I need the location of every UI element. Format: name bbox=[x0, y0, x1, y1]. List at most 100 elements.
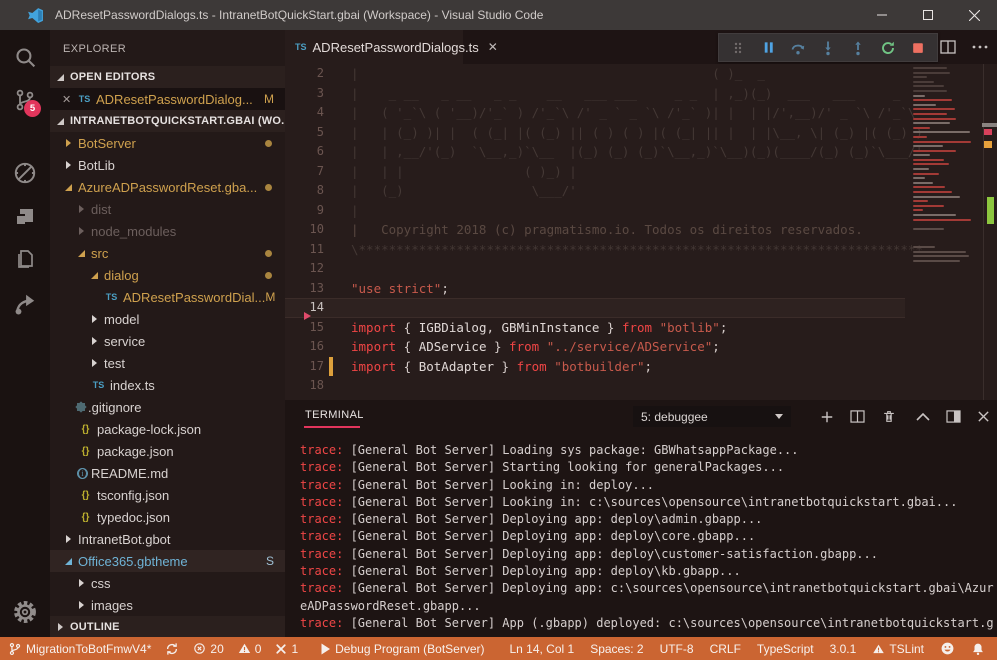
tree-item[interactable]: {}package.json bbox=[50, 440, 285, 462]
tree-item[interactable]: dist bbox=[50, 198, 285, 220]
notifications-bell-icon[interactable] bbox=[971, 642, 985, 656]
chevron-collapsed-icon[interactable] bbox=[90, 358, 100, 368]
step-into-icon[interactable] bbox=[816, 36, 840, 60]
maximize-icon[interactable] bbox=[905, 0, 951, 30]
code-line[interactable]: 12 bbox=[285, 259, 905, 279]
language-mode[interactable]: TypeScript bbox=[757, 642, 814, 656]
code-line[interactable]: 4| ( '_`\ ( '__)/'_` ) /'_`\ /' _ ` _ `\… bbox=[285, 103, 905, 123]
code-lines[interactable]: 2| ( )_ _3| _ __ _ __ _ _ __ ___ ___ _ _… bbox=[285, 64, 905, 400]
outline-header[interactable]: OUTLINE bbox=[50, 616, 285, 637]
debug-icon[interactable] bbox=[0, 153, 50, 193]
open-editor-item[interactable]: ✕ TS ADResetPasswordDialog... M bbox=[50, 88, 285, 110]
chevron-expanded-icon[interactable] bbox=[77, 248, 87, 258]
source-control-icon[interactable] bbox=[0, 80, 50, 120]
kill-terminal-icon[interactable] bbox=[880, 408, 897, 425]
code-line[interactable]: 8| (_) \___/' bbox=[285, 181, 905, 201]
tree-item[interactable]: AzureADPasswordReset.gba... bbox=[50, 176, 285, 198]
tree-item[interactable]: service bbox=[50, 330, 285, 352]
errors-item[interactable]: 20 bbox=[193, 642, 223, 656]
tree-item[interactable]: iREADME.md bbox=[50, 462, 285, 484]
new-terminal-icon[interactable] bbox=[818, 408, 835, 425]
chevron-collapsed-icon[interactable] bbox=[90, 314, 100, 324]
close-icon[interactable] bbox=[951, 0, 997, 30]
cursor-position[interactable]: Ln 14, Col 1 bbox=[509, 642, 574, 656]
tree-item[interactable]: BotLib bbox=[50, 154, 285, 176]
feedback-smiley-icon[interactable] bbox=[940, 641, 955, 656]
code-editor[interactable]: 2| ( )_ _3| _ __ _ __ _ _ __ ___ ___ _ _… bbox=[285, 64, 997, 400]
code-line[interactable]: 6| | ,__/'(_) `\__,_)`\__ |(_) (_) (_)`\… bbox=[285, 142, 905, 162]
warnings-item[interactable]: 0 bbox=[238, 642, 262, 656]
debug-launch-item[interactable]: Debug Program (BotServer) bbox=[320, 642, 484, 656]
chevron-collapsed-icon[interactable] bbox=[77, 226, 87, 236]
tab-terminal[interactable]: TERMINAL bbox=[305, 409, 364, 421]
workspace-header[interactable]: INTRANETBOTQUICKSTART.GBAI (WO... bbox=[50, 110, 285, 132]
terminal-output[interactable]: trace: [General Bot Server] Loading sys … bbox=[285, 433, 997, 637]
tslint-item[interactable]: TSLint bbox=[872, 642, 924, 656]
extensions-icon[interactable] bbox=[0, 197, 50, 237]
encoding[interactable]: UTF-8 bbox=[660, 642, 694, 656]
minimap[interactable] bbox=[905, 67, 977, 397]
tab-adresetpassworddialogs[interactable]: TS ADResetPasswordDialogs.ts ✕ bbox=[285, 30, 463, 64]
code-line[interactable]: 2| ( )_ _ bbox=[285, 64, 905, 84]
tree-item[interactable]: {}package-lock.json bbox=[50, 418, 285, 440]
tree-item[interactable]: Office365.gbthemeS bbox=[50, 550, 285, 572]
settings-gear-icon[interactable] bbox=[0, 592, 50, 632]
chevron-collapsed-icon[interactable] bbox=[77, 600, 87, 610]
chevron-expanded-icon[interactable] bbox=[64, 556, 74, 566]
maximize-panel-icon[interactable] bbox=[914, 408, 931, 425]
more-actions-icon[interactable] bbox=[965, 30, 995, 64]
chevron-collapsed-icon[interactable] bbox=[90, 336, 100, 346]
sync-item[interactable] bbox=[165, 642, 179, 656]
code-line[interactable]: 17import { BotAdapter } from "botbuilder… bbox=[285, 357, 905, 377]
code-line[interactable]: 5| | (_) )| | ( (_| |( (_) || ( ) ( ) |(… bbox=[285, 123, 905, 143]
code-line[interactable]: 7| | | ( )_) | bbox=[285, 162, 905, 182]
chevron-collapsed-icon[interactable] bbox=[77, 578, 87, 588]
minimize-icon[interactable] bbox=[859, 0, 905, 30]
code-line[interactable]: 10| Copyright 2018 (c) pragmatismo.io. T… bbox=[285, 220, 905, 240]
tree-item[interactable]: dialog bbox=[50, 264, 285, 286]
debug-drag-grip[interactable] bbox=[726, 36, 750, 60]
chevron-collapsed-icon[interactable] bbox=[77, 204, 87, 214]
code-line[interactable]: 15import { IGBDialog, GBMinInstance } fr… bbox=[285, 318, 905, 338]
tree-item[interactable]: node_modules bbox=[50, 220, 285, 242]
tree-item[interactable]: TSADResetPasswordDial...M bbox=[50, 286, 285, 308]
code-line[interactable]: 13"use strict"; bbox=[285, 279, 905, 299]
tree-item[interactable]: TSindex.ts bbox=[50, 374, 285, 396]
stop-icon[interactable] bbox=[906, 36, 930, 60]
eol-sequence[interactable]: CRLF bbox=[710, 642, 741, 656]
chevron-collapsed-icon[interactable] bbox=[64, 160, 74, 170]
tree-item[interactable]: IntranetBot.gbot bbox=[50, 528, 285, 550]
code-line[interactable]: 18 bbox=[285, 376, 905, 396]
terminal-select[interactable]: 5: debuggee bbox=[633, 406, 791, 427]
chevron-expanded-icon[interactable] bbox=[90, 270, 100, 280]
pause-icon[interactable] bbox=[756, 36, 780, 60]
step-over-icon[interactable] bbox=[786, 36, 810, 60]
tree-item[interactable]: images bbox=[50, 594, 285, 616]
indentation[interactable]: Spaces: 2 bbox=[590, 642, 643, 656]
tree-item[interactable]: test bbox=[50, 352, 285, 374]
tree-item[interactable]: model bbox=[50, 308, 285, 330]
ts-version[interactable]: 3.0.1 bbox=[830, 642, 857, 656]
tree-item[interactable]: {}typedoc.json bbox=[50, 506, 285, 528]
tree-item[interactable]: css bbox=[50, 572, 285, 594]
open-editors-header[interactable]: OPEN EDITORS bbox=[50, 66, 285, 88]
tree-item[interactable]: {}tsconfig.json bbox=[50, 484, 285, 506]
code-line[interactable]: 16import { ADService } from "../service/… bbox=[285, 337, 905, 357]
search-icon[interactable] bbox=[0, 37, 50, 77]
chevron-collapsed-icon[interactable] bbox=[64, 138, 74, 148]
move-panel-right-icon[interactable] bbox=[945, 408, 962, 425]
close-editor-icon[interactable]: ✕ bbox=[62, 93, 76, 106]
split-editor-icon[interactable] bbox=[933, 30, 963, 64]
code-line[interactable]: 11\*************************************… bbox=[285, 240, 905, 260]
tree-item[interactable]: src bbox=[50, 242, 285, 264]
tasks-item[interactable]: 1 bbox=[275, 642, 298, 656]
code-line[interactable]: 14 bbox=[285, 298, 905, 318]
chevron-expanded-icon[interactable] bbox=[64, 182, 74, 192]
close-tab-icon[interactable]: ✕ bbox=[488, 40, 498, 54]
split-terminal-icon[interactable] bbox=[849, 408, 866, 425]
share-icon[interactable] bbox=[0, 284, 50, 324]
code-line[interactable]: 9| bbox=[285, 201, 905, 221]
chevron-collapsed-icon[interactable] bbox=[64, 534, 74, 544]
restart-icon[interactable] bbox=[876, 36, 900, 60]
tree-item[interactable]: .gitignore bbox=[50, 396, 285, 418]
